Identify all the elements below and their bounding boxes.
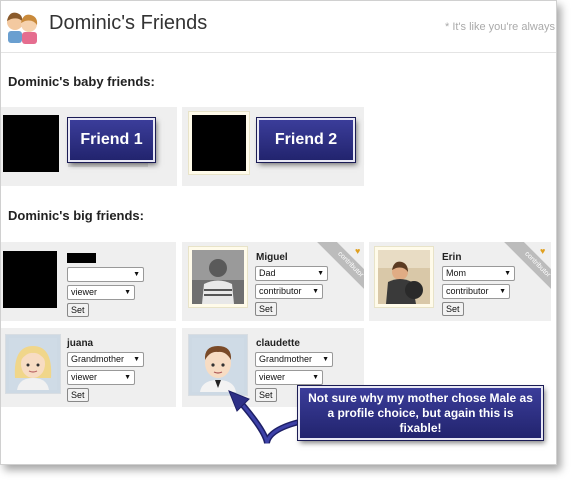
role-value: contributor (446, 286, 489, 296)
set-button[interactable]: Set (67, 388, 89, 402)
friend-name: Miguel (256, 252, 288, 263)
friend-photo-redacted (3, 115, 59, 172)
relation-select[interactable]: Grandmother ▼ (255, 352, 333, 367)
avatar-female-icon (9, 338, 57, 390)
role-value: contributor (259, 286, 302, 296)
friend-photo-frame (374, 246, 434, 308)
friend-name: Erin (442, 252, 462, 263)
set-button[interactable]: Set (255, 302, 277, 316)
chevron-down-icon: ▼ (133, 356, 140, 363)
set-button[interactable]: Set (67, 303, 89, 317)
role-select[interactable]: viewer ▼ (67, 370, 135, 385)
redacted-name (67, 253, 96, 263)
relation-select[interactable]: ▼ (67, 267, 144, 282)
heart-icon[interactable]: ♥ (355, 246, 360, 256)
friend-name: claudette (256, 338, 300, 349)
chevron-down-icon: ▼ (312, 374, 319, 381)
friend-photo-frame (188, 246, 248, 308)
relation-value: Grandmother (259, 354, 313, 364)
big-friend-card[interactable]: juana Grandmother ▼ viewer ▼ Set (1, 328, 176, 407)
baby-friend-card[interactable]: Friend 2 (182, 107, 364, 186)
big-friend-card[interactable]: Erin Mom ▼ contributor ▼ Set contributor… (369, 242, 551, 321)
relation-select[interactable]: Grandmother ▼ (67, 352, 144, 367)
page-header: Dominic's Friends * It's like you're alw… (1, 1, 557, 53)
friend-photo-frame (5, 334, 61, 394)
role-value: viewer (71, 287, 98, 297)
friend-photo-frame (188, 111, 250, 175)
relation-value: Grandmother (71, 354, 125, 364)
set-button[interactable]: Set (442, 302, 464, 316)
chevron-down-icon: ▼ (124, 289, 131, 296)
friend-photo-redacted (3, 251, 57, 308)
big-friend-card[interactable]: ▼ viewer ▼ Set (1, 242, 176, 321)
chevron-down-icon: ▼ (133, 271, 140, 278)
friend-label-callout: Friend 2 (257, 118, 355, 162)
page-title: Dominic's Friends (49, 12, 208, 34)
relation-value: Mom (446, 268, 466, 278)
friend-photo-redacted (192, 115, 246, 171)
family-logo-icon (3, 7, 41, 45)
friend-photo (192, 250, 244, 304)
chevron-down-icon: ▼ (322, 356, 329, 363)
baby-friends-heading: Dominic's baby friends: (8, 74, 155, 89)
screenshot-frame: Dominic's Friends * It's like you're alw… (0, 0, 557, 465)
friend-label-callout: Friend 1 (68, 118, 155, 162)
heart-icon[interactable]: ♥ (540, 246, 545, 256)
chevron-down-icon: ▼ (124, 374, 131, 381)
role-select[interactable]: viewer ▼ (67, 285, 135, 300)
baby-friend-card[interactable]: Friend 1 (1, 107, 177, 186)
big-friends-heading: Dominic's big friends: (8, 208, 144, 223)
friend-name: juana (67, 338, 94, 349)
big-friend-card[interactable]: Miguel Dad ▼ contributor ▼ Set contribut… (182, 242, 364, 321)
friend-photo (378, 250, 430, 304)
relation-value: Dad (259, 268, 276, 278)
tagline: * It's like you're always s (445, 21, 557, 33)
role-value: viewer (71, 372, 98, 382)
annotation-callout: Not sure why my mother chose Male as a p… (298, 386, 543, 440)
